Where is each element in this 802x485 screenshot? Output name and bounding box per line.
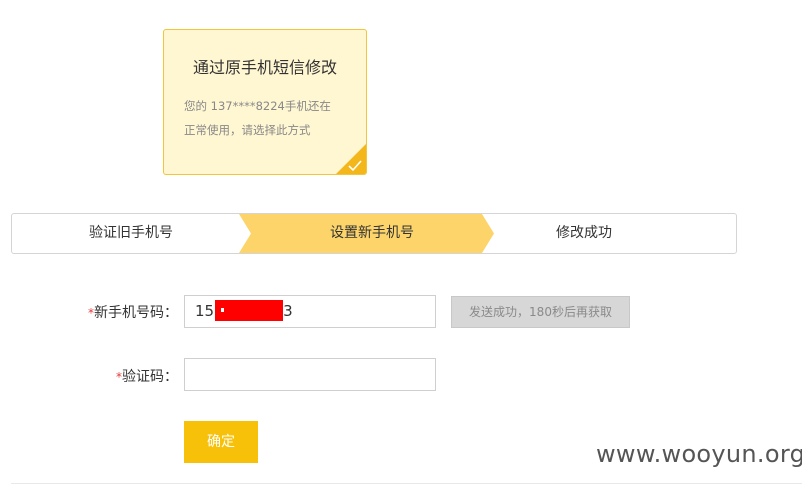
check-icon — [336, 144, 366, 174]
confirm-button[interactable]: 确定 — [184, 421, 258, 463]
new-phone-label-text: 新手机号码： — [94, 305, 178, 321]
option-card-sms-original-phone[interactable]: 通过原手机短信修改 您的 137****8224手机还在 正常使用，请选择此方式 — [163, 29, 367, 175]
verification-code-input[interactable] — [184, 358, 436, 391]
step-set-new-phone: 设置新手机号 — [330, 225, 414, 241]
new-phone-value-prefix: 15 — [195, 302, 215, 320]
watermark: www.wooyun.org — [596, 440, 802, 468]
bottom-divider — [11, 483, 802, 484]
step-verify-old-phone: 验证旧手机号 — [89, 225, 173, 241]
step-change-success: 修改成功 — [556, 225, 612, 241]
redaction-mark — [221, 308, 224, 312]
verification-code-label: *验证码： — [116, 366, 178, 386]
verification-code-label-text: 验证码： — [122, 369, 178, 385]
option-card-desc-line-1: 您的 137****8224手机还在 — [184, 99, 331, 113]
redaction-box — [215, 300, 283, 321]
new-phone-value-suffix: 3 — [283, 302, 293, 320]
option-card-description: 您的 137****8224手机还在 正常使用，请选择此方式 — [184, 94, 344, 142]
progress-steps: 验证旧手机号 设置新手机号 修改成功 — [11, 213, 737, 254]
option-card-title: 通过原手机短信修改 — [192, 58, 337, 77]
option-card-desc-line-2: 正常使用，请选择此方式 — [184, 123, 311, 137]
new-phone-label: *新手机号码： — [88, 302, 178, 322]
send-code-button[interactable]: 发送成功，180秒后再获取 — [451, 296, 630, 328]
